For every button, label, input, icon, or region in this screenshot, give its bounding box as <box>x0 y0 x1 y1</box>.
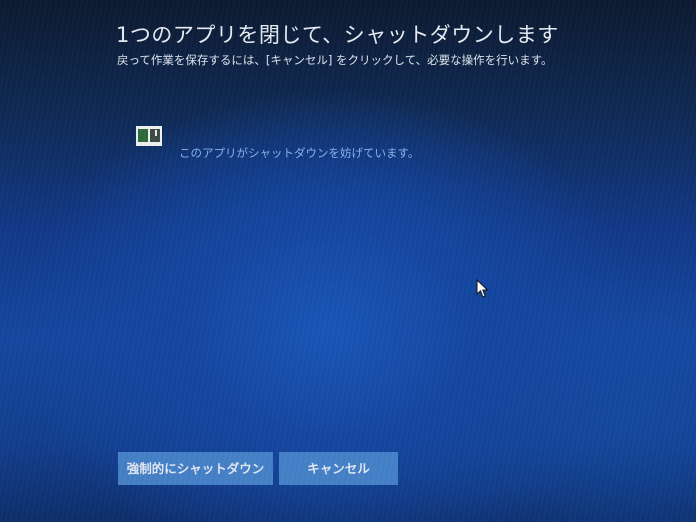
mouse-pointer-icon <box>476 278 490 299</box>
instruction-text: 戻って作業を保存するには、[キャンセル] をクリックして、必要な操作を行います。 <box>117 53 553 67</box>
app-window-icon <box>136 126 162 146</box>
force-shutdown-button[interactable]: 強制的にシャットダウン <box>118 452 273 485</box>
blocking-app-item: このアプリがシャットダウンを妨げています。 <box>136 126 496 166</box>
blocking-app-message: このアプリがシャットダウンを妨げています。 <box>179 146 420 160</box>
page-title: 1つのアプリを閉じて、シャットダウンします <box>116 23 559 47</box>
cancel-button[interactable]: キャンセル <box>279 452 398 485</box>
shutdown-blocked-screen: 1つのアプリを閉じて、シャットダウンします 戻って作業を保存するには、[キャンセ… <box>0 0 696 522</box>
